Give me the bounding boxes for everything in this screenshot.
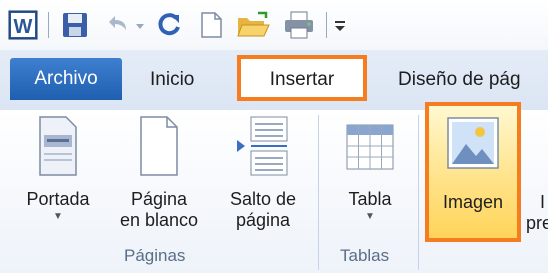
table-icon — [346, 124, 394, 170]
chevron-down-icon: ▼ — [365, 211, 375, 222]
toolbar-separator — [48, 12, 49, 38]
group-separator — [418, 115, 419, 270]
page-break-button[interactable]: Salto de página — [214, 115, 312, 231]
new-document-icon[interactable] — [196, 10, 226, 40]
partial-label-line2: pre — [526, 213, 548, 233]
blank-page-label-line2: en blanco — [119, 210, 199, 230]
tab-home[interactable]: Inicio — [150, 62, 194, 98]
image-icon — [447, 117, 499, 169]
undo-dropdown-icon[interactable] — [134, 10, 146, 40]
undo-icon[interactable] — [102, 10, 132, 40]
table-button[interactable]: Tabla ▼ — [330, 115, 410, 224]
print-icon[interactable] — [282, 10, 316, 40]
tab-insert[interactable]: Insertar — [237, 55, 367, 101]
blank-page-icon — [140, 116, 178, 176]
save-icon[interactable] — [60, 10, 90, 40]
online-images-button-partial[interactable]: I pre — [526, 192, 548, 234]
open-folder-icon[interactable] — [236, 10, 270, 40]
cover-page-button[interactable]: Portada ▼ — [14, 115, 102, 224]
svg-text:W: W — [14, 16, 33, 38]
cover-page-icon — [39, 116, 77, 176]
page-break-icon — [237, 116, 288, 176]
group-label-tables: Tablas — [340, 246, 390, 265]
customize-icon[interactable] — [332, 10, 348, 40]
page-break-label-line1: Salto de — [229, 189, 297, 209]
tab-page-design[interactable]: Diseño de pág — [398, 62, 521, 98]
toolbar-separator — [326, 12, 327, 38]
blank-page-button[interactable]: Página en blanco — [104, 115, 214, 231]
page-break-label-line2: página — [235, 210, 291, 230]
tab-file[interactable]: Archivo — [10, 58, 122, 100]
word-icon[interactable]: W — [8, 10, 38, 40]
group-separator — [318, 115, 319, 270]
partial-label-line1: I — [540, 192, 546, 212]
table-label: Tabla — [348, 189, 392, 209]
image-button[interactable]: Imagen — [425, 102, 521, 242]
image-label: Imagen — [442, 192, 504, 212]
cover-page-label: Portada — [26, 189, 90, 209]
group-label-pages: Páginas — [124, 246, 186, 265]
redo-icon[interactable] — [154, 10, 184, 40]
quick-access-toolbar: W — [0, 0, 548, 50]
chevron-down-icon: ▼ — [53, 211, 63, 222]
blank-page-label-line1: Página — [130, 189, 188, 209]
